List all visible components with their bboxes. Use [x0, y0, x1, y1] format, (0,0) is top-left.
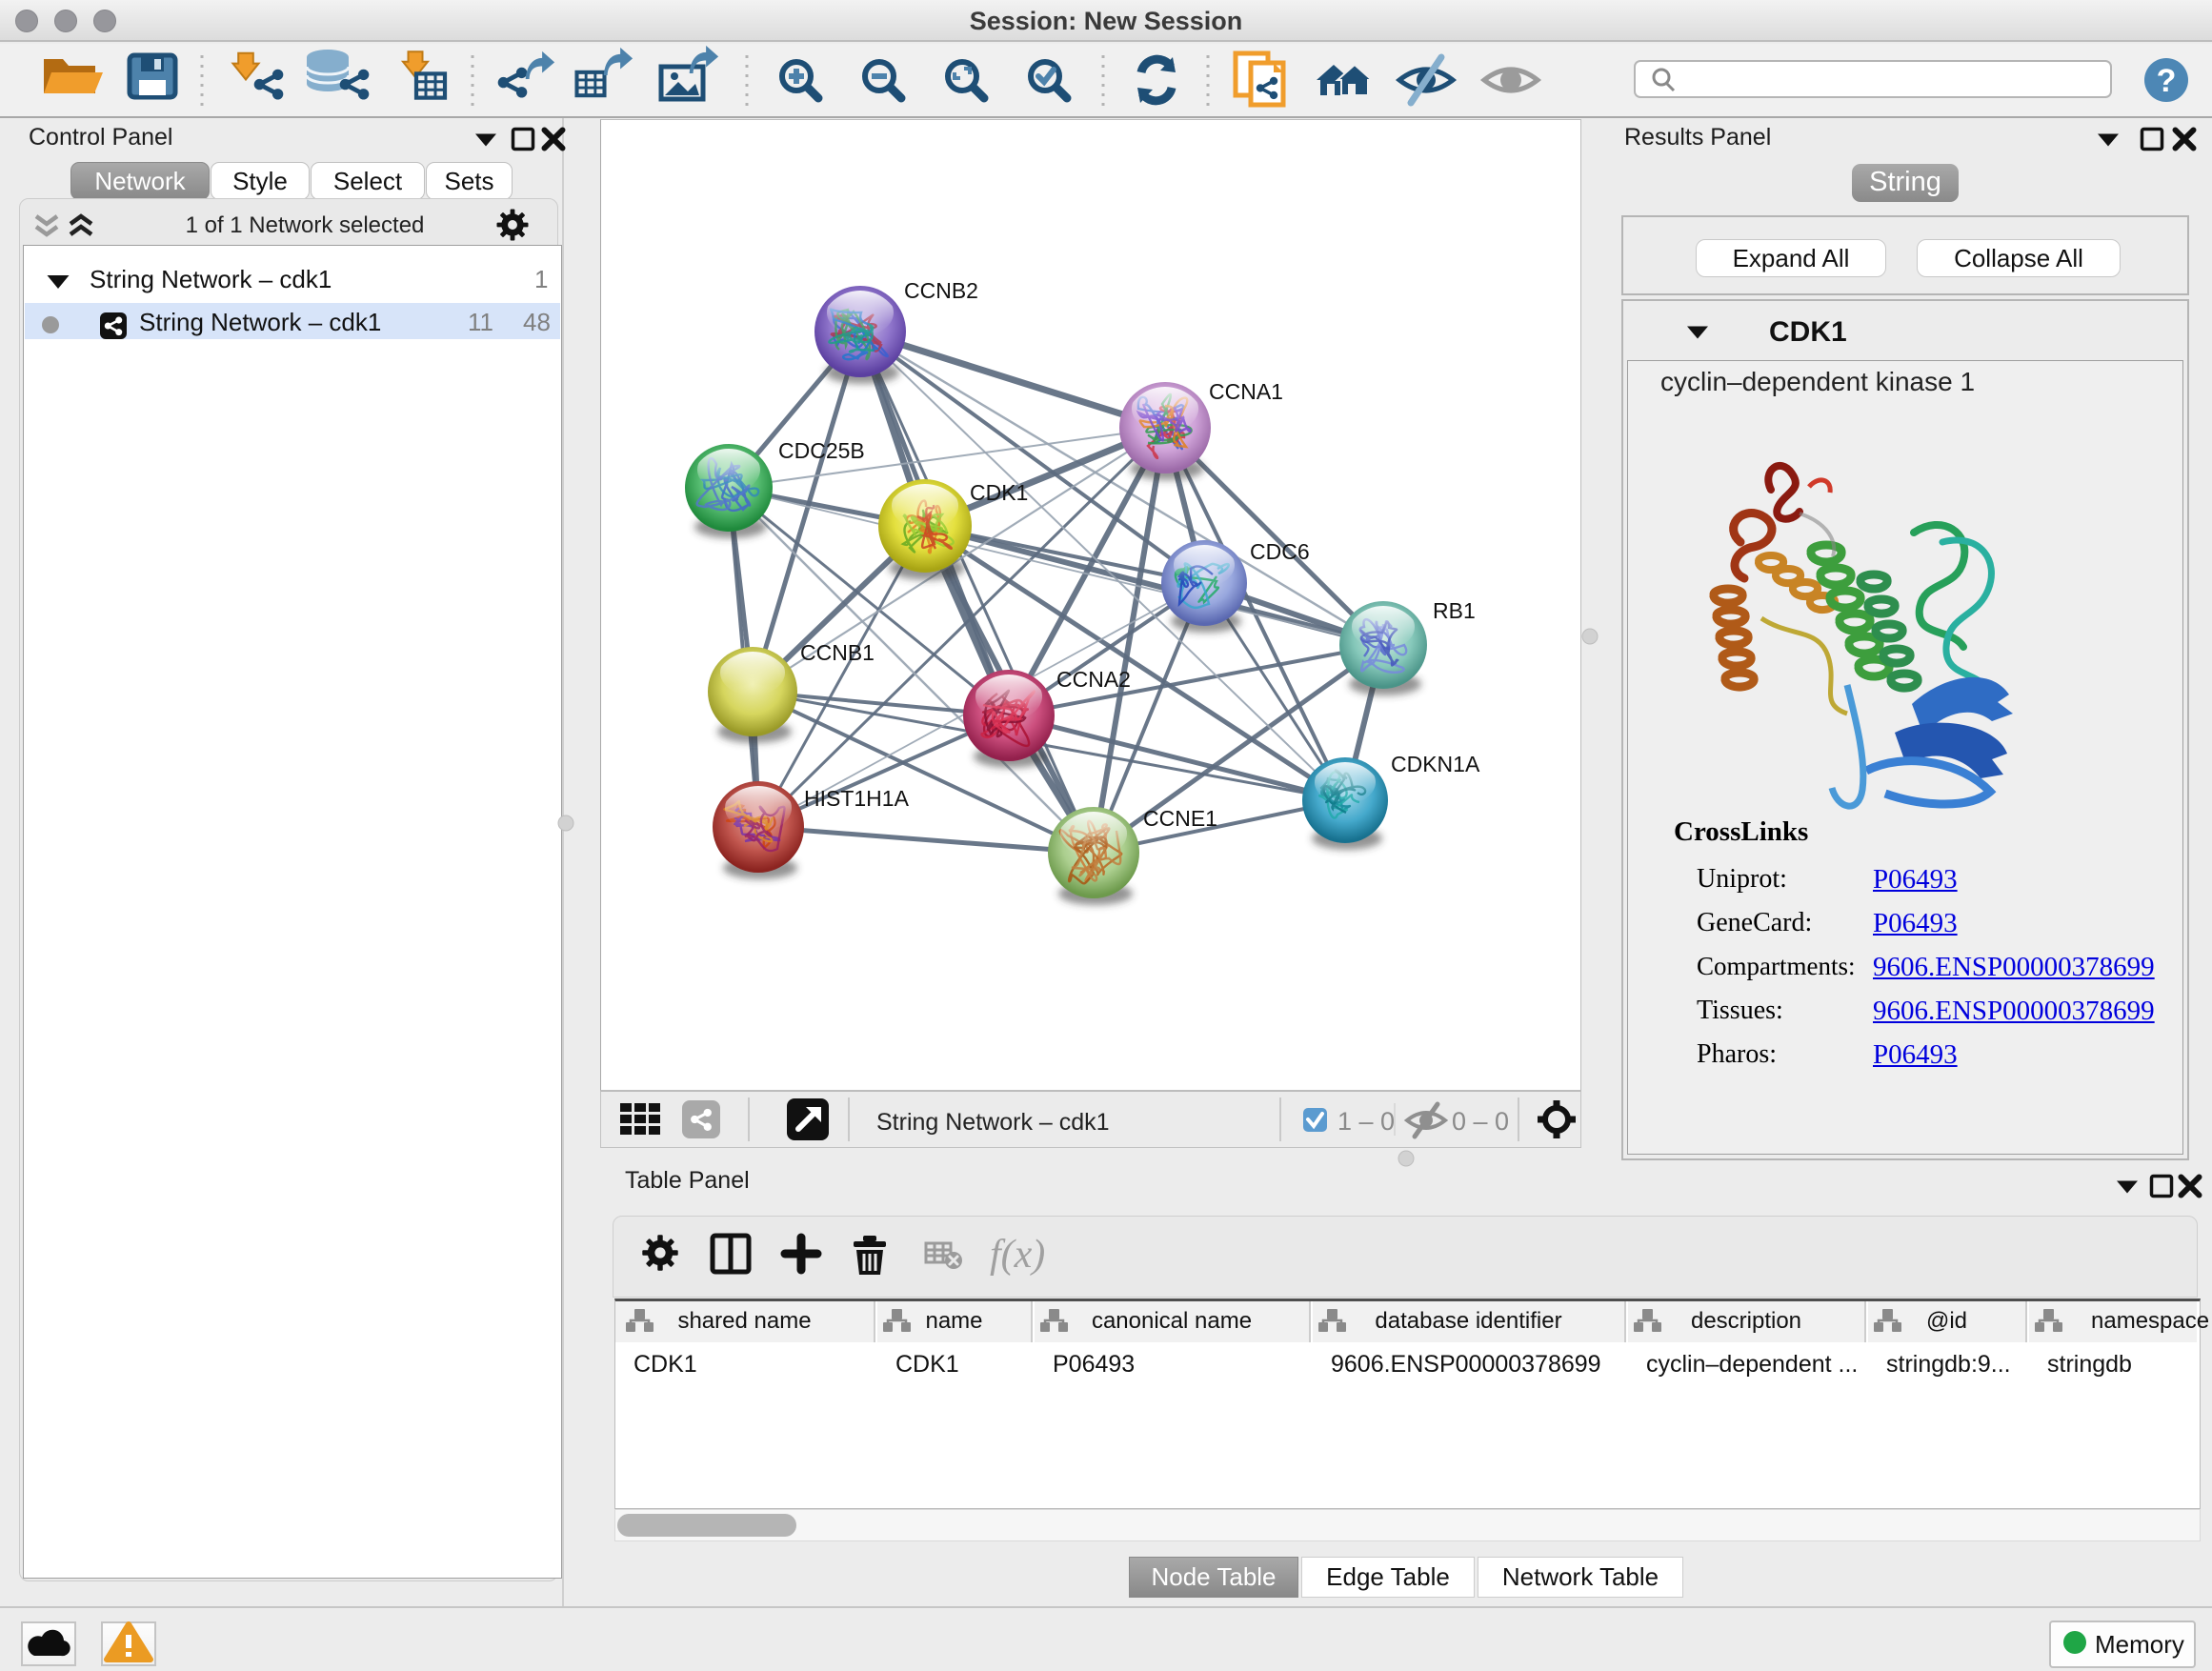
svg-text:f(x): f(x)	[990, 1233, 1045, 1277]
svg-text:0 – 0: 0 – 0	[1452, 1107, 1509, 1136]
svg-text:1 – 0: 1 – 0	[1337, 1107, 1395, 1136]
